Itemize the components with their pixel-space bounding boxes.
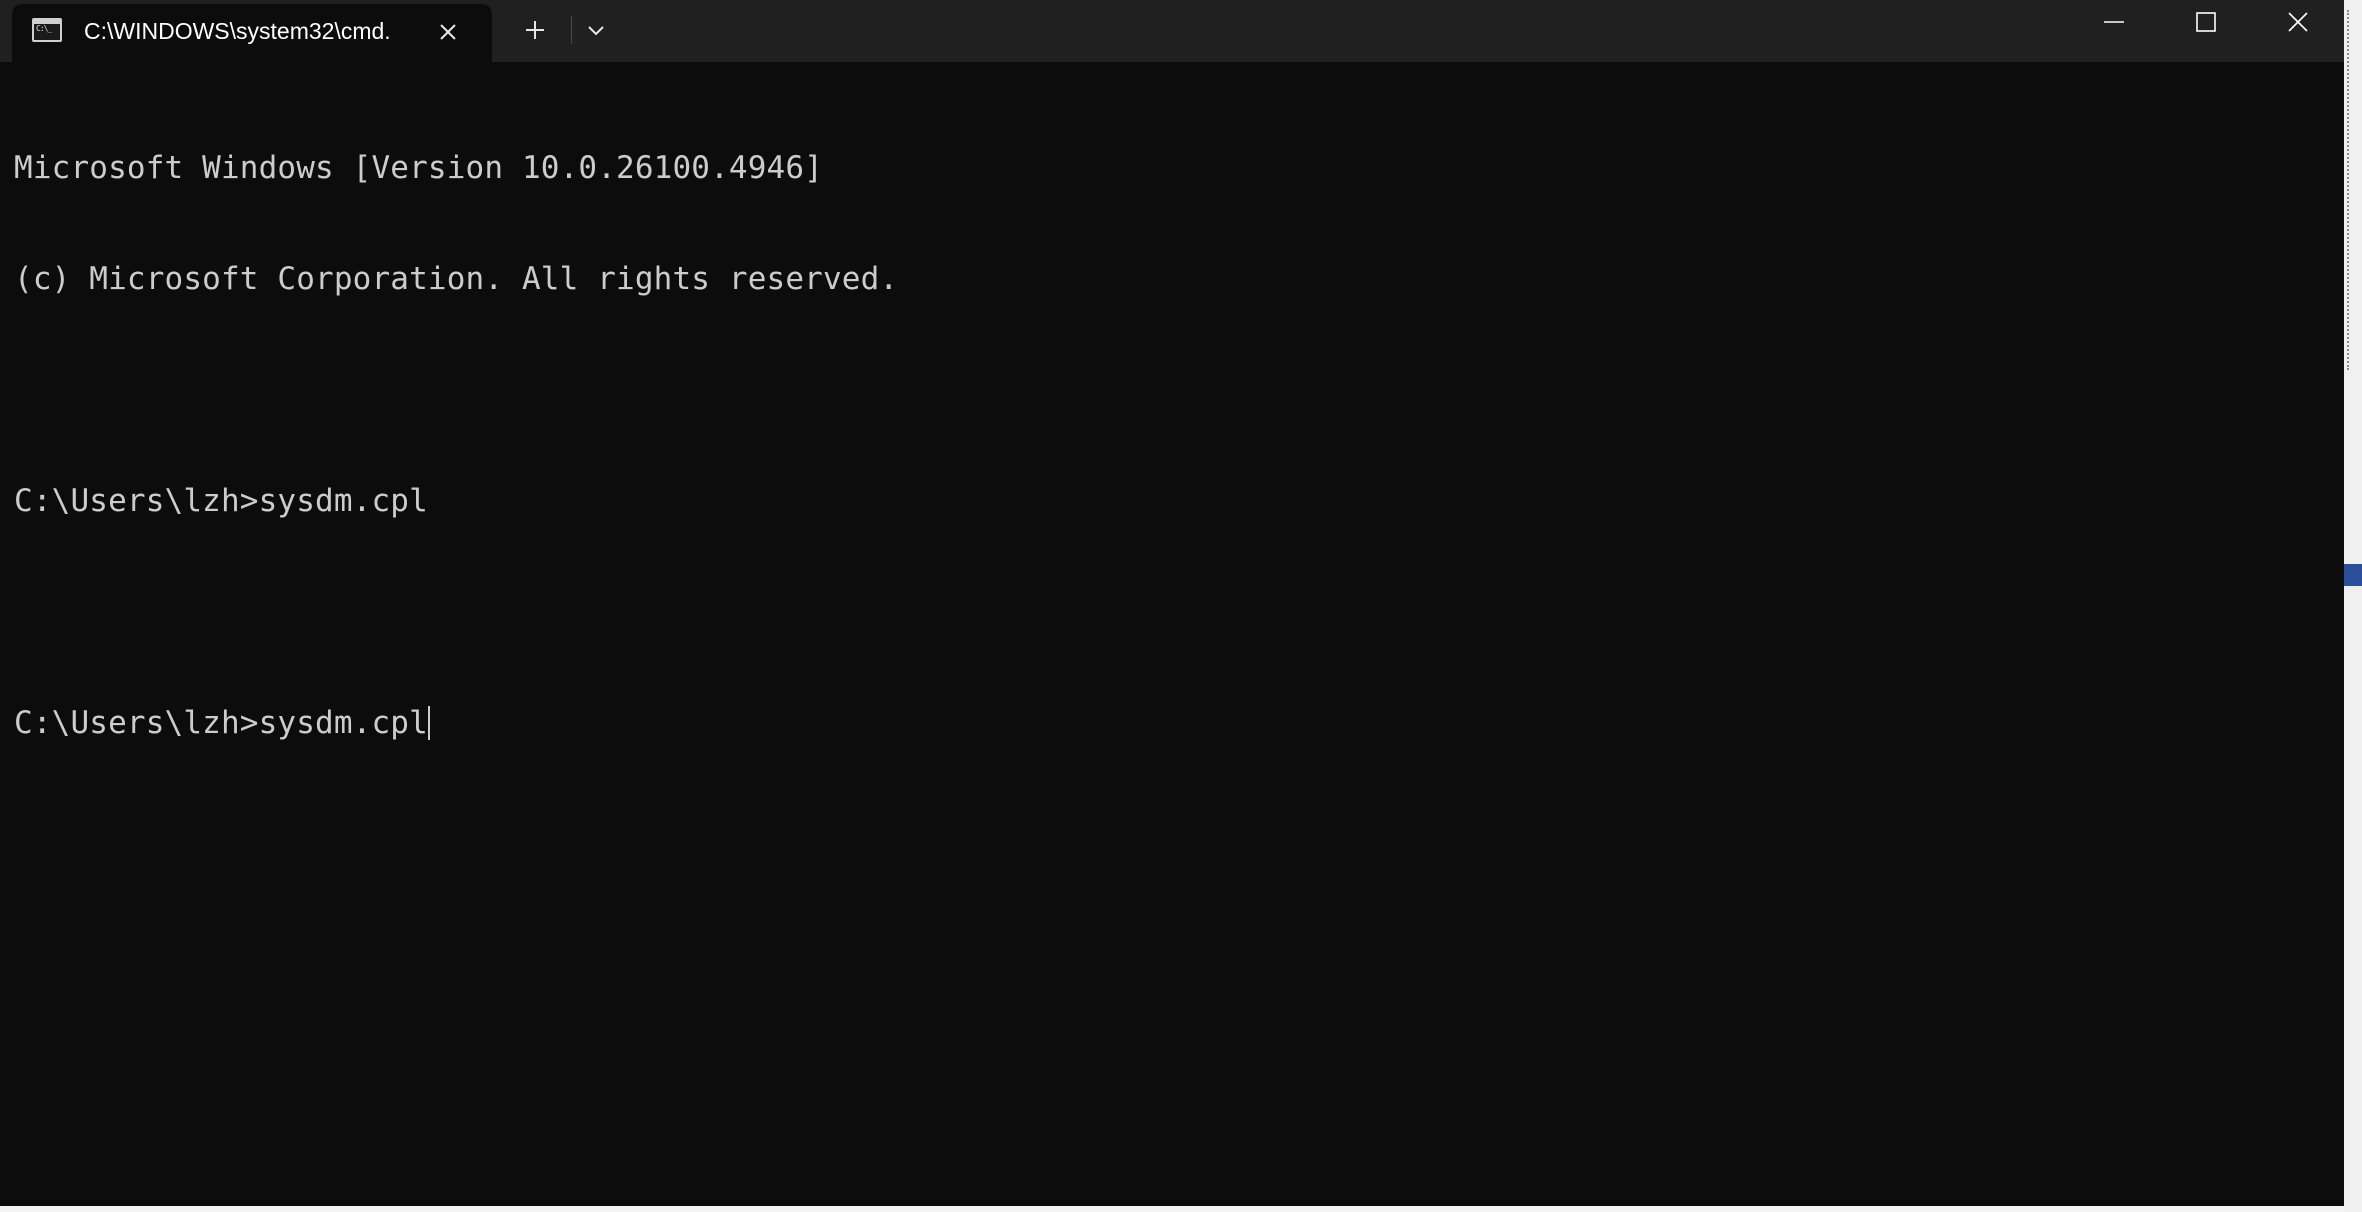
cmd-terminal-icon <box>32 18 62 42</box>
minimize-button[interactable] <box>2068 0 2160 44</box>
background-window-bottom <box>0 1206 2344 1212</box>
console-line: Microsoft Windows [Version 10.0.26100.49… <box>14 150 823 186</box>
background-window-accent <box>2344 564 2362 586</box>
console-line: (c) Microsoft Corporation. All rights re… <box>14 261 899 297</box>
close-window-button[interactable] <box>2252 0 2344 44</box>
minimize-icon <box>2104 21 2124 23</box>
maximize-button[interactable] <box>2160 0 2252 44</box>
close-icon <box>440 24 456 40</box>
title-bar[interactable]: C:\WINDOWS\system32\cmd. <box>0 0 2344 62</box>
tab-cmd[interactable]: C:\WINDOWS\system32\cmd. <box>12 4 492 62</box>
current-input: C:\Users\lzh>sysdm.cpl <box>14 705 428 741</box>
tab-close-button[interactable] <box>432 16 464 48</box>
console-output[interactable]: Microsoft Windows [Version 10.0.26100.49… <box>14 76 2324 816</box>
close-icon <box>2288 12 2308 32</box>
console-prompt-line[interactable]: C:\Users\lzh>sysdm.cpl <box>14 705 2324 742</box>
terminal-window: C:\WINDOWS\system32\cmd. <box>0 0 2344 1206</box>
new-tab-button[interactable] <box>515 12 555 48</box>
background-window-edge <box>2344 0 2362 1212</box>
tab-title: C:\WINDOWS\system32\cmd. <box>84 18 391 44</box>
console-line: C:\Users\lzh>sysdm.cpl <box>14 483 428 519</box>
scrollbar-track <box>2347 10 2351 370</box>
chevron-down-icon <box>588 26 604 36</box>
maximize-icon <box>2196 12 2216 32</box>
titlebar-divider <box>571 16 572 44</box>
text-cursor <box>427 706 430 740</box>
plus-icon <box>526 21 544 39</box>
tab-dropdown-button[interactable] <box>578 12 614 48</box>
